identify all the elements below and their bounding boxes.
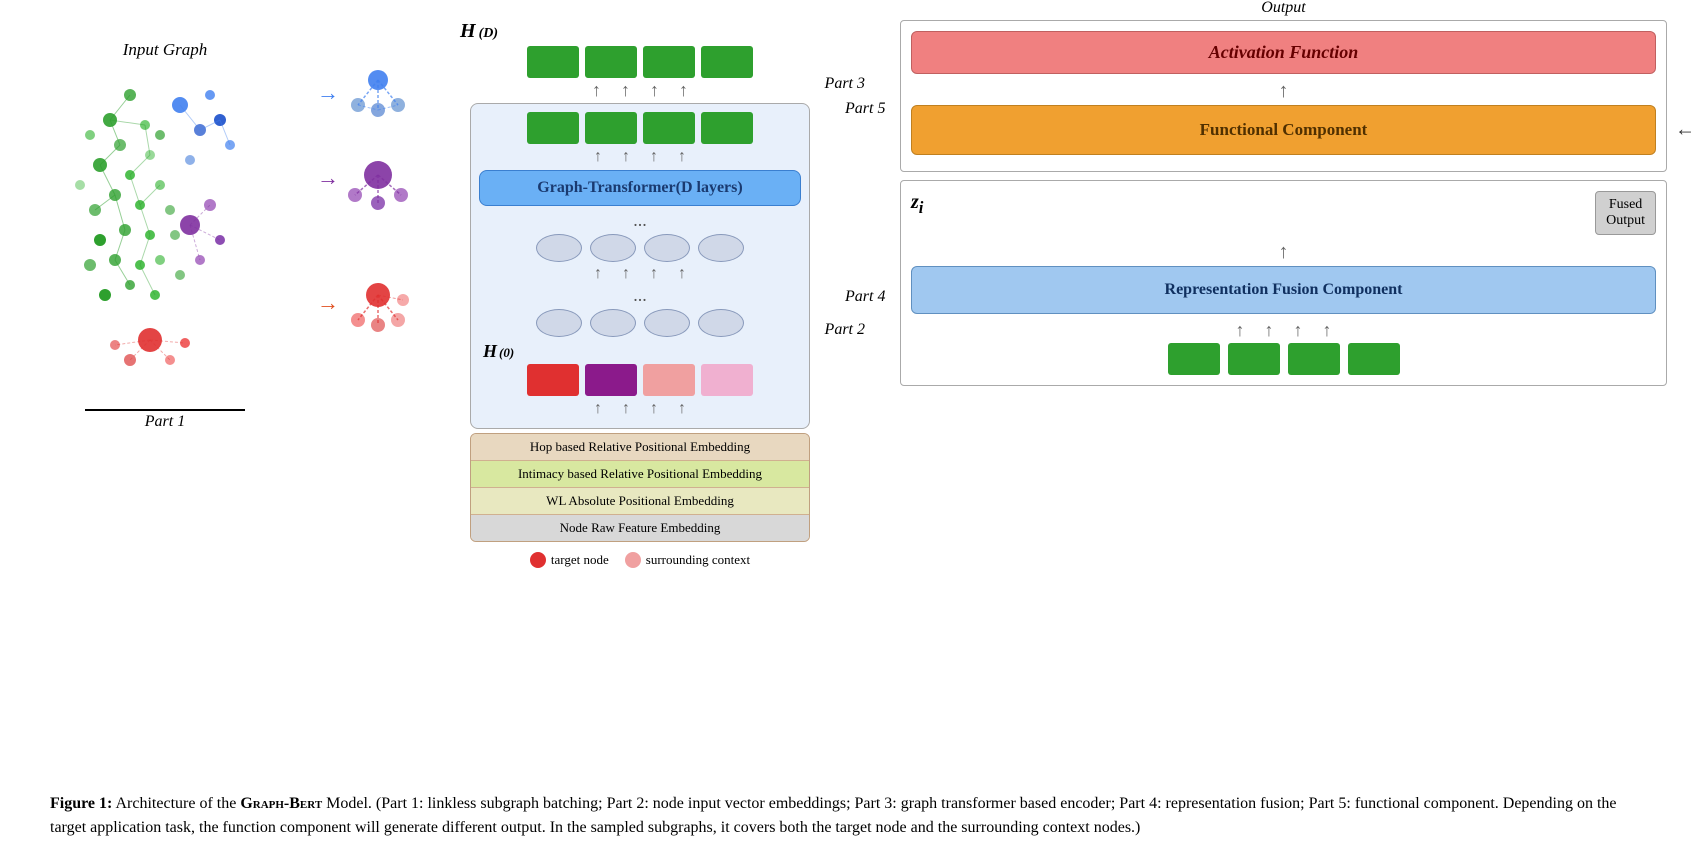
oval-4: [698, 234, 744, 262]
functional-component-box: Functional Component ←: [911, 105, 1656, 155]
fused-output-box: FusedOutput: [1595, 191, 1656, 235]
part1-label: Part 1: [145, 413, 185, 431]
graph-network-svg: [70, 65, 260, 405]
main-container: Input Graph: [0, 0, 1697, 858]
purple-arrow: →: [317, 165, 339, 191]
part4-label: Part 4: [845, 288, 885, 306]
arrow-down-1: ↑: [911, 80, 1656, 103]
part5-label: Part 5: [845, 100, 885, 118]
hd-label-container: H (D): [460, 20, 498, 43]
red-subgraph: [343, 270, 413, 335]
oval-7: [644, 309, 690, 337]
right-outer-box: Output Activation Function ↑ Functional …: [900, 20, 1667, 172]
part2-label: Part 2: [825, 321, 865, 339]
h0-label: H: [483, 341, 497, 362]
model-name: Graph-Bert: [240, 795, 322, 812]
purple-box: [585, 364, 637, 396]
bottom-green-3: [1288, 343, 1340, 375]
part3-label: Part 3: [825, 75, 865, 93]
embed-hop: Hop based Relative Positional Embedding: [471, 434, 809, 461]
bottom-green-boxes: [911, 343, 1656, 375]
inner-green-boxes: [479, 112, 801, 144]
target-label: target node: [551, 552, 609, 568]
green-box-3: [643, 46, 695, 78]
part1-section: Input Graph: [30, 20, 300, 431]
bottom-up-arrows: ↑ ↑ ↑ ↑: [911, 320, 1656, 341]
hd-label: H: [460, 20, 476, 43]
target-dot: [530, 552, 546, 568]
oval-8: [698, 309, 744, 337]
oval-1: [536, 234, 582, 262]
legend: target node surrounding context: [530, 552, 750, 568]
green-box-1: [527, 46, 579, 78]
output-label: Output: [1261, 0, 1305, 17]
ovals-row-2: [479, 309, 801, 337]
transformer-outer-box: ↑ ↑ ↑ ↑ Graph-Transformer(D layers) ...: [470, 103, 810, 429]
bottom-green-4: [1348, 343, 1400, 375]
oval-6: [590, 309, 636, 337]
bottom-green-2: [1228, 343, 1280, 375]
ellipsis-1: ...: [479, 210, 801, 231]
green-box-4: [701, 46, 753, 78]
h0-superscript: (0): [499, 345, 514, 361]
zi-label: zi: [911, 191, 923, 218]
representation-fusion-box: Representation Fusion Component: [911, 266, 1656, 314]
zi-row: zi FusedOutput: [911, 191, 1656, 235]
green-box-2: [585, 46, 637, 78]
surrounding-dot: [625, 552, 641, 568]
inner-green-2: [585, 112, 637, 144]
blue-arrow: →: [317, 80, 339, 106]
embedding-stack: Hop based Relative Positional Embedding …: [470, 433, 810, 542]
graph-transformer-box: Graph-Transformer(D layers): [479, 170, 801, 206]
inner-green-3: [643, 112, 695, 144]
red-arrow: →: [317, 290, 339, 316]
legend-target: target node: [530, 552, 609, 568]
colored-boxes: [479, 364, 801, 396]
inner-green-4: [701, 112, 753, 144]
oval-3: [644, 234, 690, 262]
caption-section: Figure 1: Architecture of the Graph-Bert…: [30, 784, 1667, 848]
caption-text1: Architecture of the: [115, 795, 240, 812]
embed-up-arrows: ↑ ↑ ↑ ↑: [479, 400, 801, 418]
inner-up-arrows: ↑ ↑ ↑ ↑: [479, 148, 801, 166]
right-arrow-functional: ←: [1675, 119, 1695, 142]
inner-down-arrows: ↑ ↑ ↑ ↑: [479, 265, 801, 283]
hd-superscript: (D): [479, 26, 498, 42]
top-green-boxes: [527, 46, 753, 78]
up-arrows-top: ↑ ↑ ↑ ↑: [592, 80, 688, 101]
figure-label: Figure 1:: [50, 795, 112, 812]
ovals-row-1: [479, 234, 801, 262]
oval-2: [590, 234, 636, 262]
legend-surrounding: surrounding context: [625, 552, 750, 568]
embed-intimacy: Intimacy based Relative Positional Embed…: [471, 461, 809, 488]
red-box: [527, 364, 579, 396]
ellipsis-2: ...: [479, 285, 801, 306]
embed-node: Node Raw Feature Embedding: [471, 515, 809, 541]
input-graph-label: Input Graph: [123, 40, 208, 60]
subgraph-column: → →: [300, 20, 430, 335]
pink-box: [643, 364, 695, 396]
activation-function-box: Activation Function: [911, 31, 1656, 74]
blue-subgraph: [343, 60, 413, 125]
lightpink-box: [701, 364, 753, 396]
purple-subgraph: [343, 145, 413, 210]
bottom-green-1: [1168, 343, 1220, 375]
oval-5: [536, 309, 582, 337]
diagram-area: Input Graph: [30, 10, 1667, 784]
inner-green-1: [527, 112, 579, 144]
embed-wl: WL Absolute Positional Embedding: [471, 488, 809, 515]
transformer-section: H (D) ↑ ↑ ↑ ↑: [430, 20, 850, 568]
h0-label-container: H (0): [483, 341, 801, 362]
surrounding-label: surrounding context: [646, 552, 750, 568]
arrow-up-fusion: ↑: [911, 241, 1656, 264]
part4-box: zi FusedOutput ↑ Representation Fusion C…: [900, 180, 1667, 386]
right-section: Output Activation Function ↑ Functional …: [900, 20, 1667, 386]
